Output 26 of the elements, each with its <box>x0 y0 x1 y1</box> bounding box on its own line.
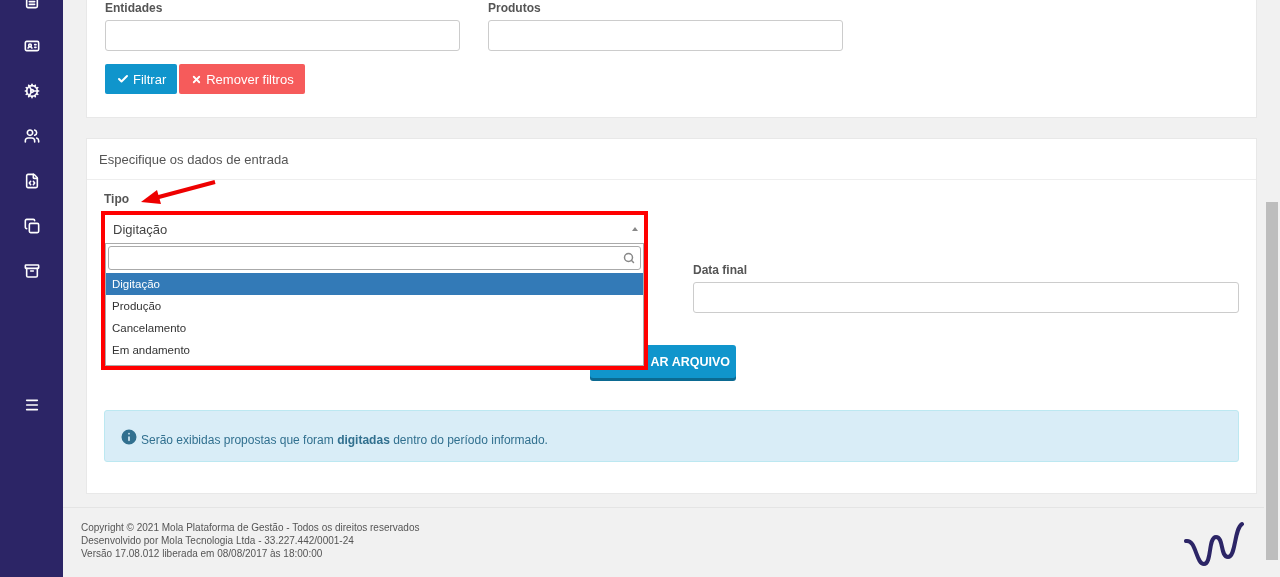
field-label: Entidades <box>105 1 164 15</box>
logo-icon <box>1184 519 1246 569</box>
footer-text: Copyright © 2021 Mola Plataforma de Gestão - Todos os direitos reservados <box>81 522 420 533</box>
footer-text: Desenvolvido por Mola Tecnologia Ltda - 33.227.442/0001-24 <box>81 535 355 546</box>
caret-icon <box>632 227 638 231</box>
scrollbar-thumb[interactable] <box>1266 202 1278 560</box>
code-file-icon <box>23 172 40 189</box>
dropdown-option[interactable]: Digitação <box>106 273 643 295</box>
footer-text: Versão 17.08.012 liberada em 08/08/2017 às 18:00:00 <box>81 548 324 559</box>
input-field[interactable] <box>105 20 460 51</box>
windows-icon <box>23 217 40 234</box>
date-field[interactable] <box>693 282 1239 313</box>
archive-icon <box>23 262 40 279</box>
info-icon <box>119 427 139 447</box>
select-field[interactable]: Digitação <box>105 215 644 243</box>
field-label: Data final <box>693 263 748 277</box>
close-icon <box>191 73 203 85</box>
field-label: Produtos <box>488 1 542 15</box>
search-icon <box>623 252 635 264</box>
input-field[interactable] <box>488 20 843 51</box>
users-icon <box>23 127 40 144</box>
panel-title: Especifique os dados de entrada <box>87 139 1256 180</box>
check-icon <box>117 73 129 85</box>
search-field[interactable] <box>108 246 641 270</box>
field-label: Tipo <box>104 192 131 206</box>
info-text: Serão exibidas propostas que foram digitadas dentro do período informado. <box>141 433 548 447</box>
